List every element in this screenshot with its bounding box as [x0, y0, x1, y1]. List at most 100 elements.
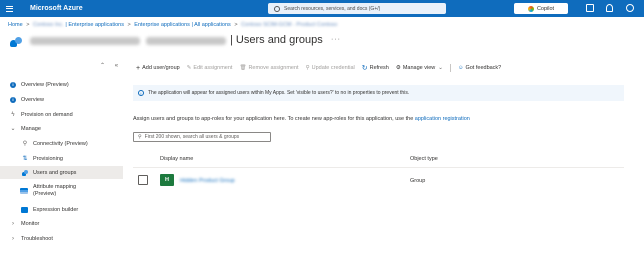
info-icon: i [138, 90, 144, 96]
command-bar: + Add user/group ✎ Edit assignment 🗑 Rem… [136, 63, 508, 73]
add-user-group-button[interactable]: + Add user/group [136, 65, 180, 72]
breadcrumb-separator: > [26, 22, 30, 28]
description: Assign users and groups to app-roles for… [133, 116, 470, 122]
pencil-icon: ✎ [186, 65, 192, 71]
global-search-placeholder: Search resources, services, and docs (G+… [284, 5, 381, 12]
plus-icon: + [136, 64, 141, 72]
sidebar-item-label: Manage [21, 125, 41, 132]
search-users-groups-input[interactable]: ⚲ First 200 shown, search all users & gr… [133, 132, 271, 142]
sync-icon: ⇅ [22, 155, 28, 162]
info-banner-text: The application will appear for assigned… [148, 90, 410, 96]
breadcrumb-tenant[interactable]: Contoso Inc. [33, 22, 64, 28]
info-icon: i [10, 96, 16, 103]
remove-assignment-button[interactable]: 🗑 Remove assignment [239, 65, 298, 71]
sidebar-item-users-and-groups[interactable]: Users and groups [0, 166, 123, 179]
copilot-label: Copilot [536, 5, 555, 12]
sidebar-item-label: Provision on demand [21, 111, 73, 118]
sidebar-item-provisioning[interactable]: ⇅ Provisioning [0, 152, 123, 165]
table-header-divider [133, 167, 624, 168]
settings-icon[interactable] [626, 4, 634, 12]
sidebar-item-attribute-mapping[interactable]: Attribute mapping (Preview) [0, 182, 123, 200]
search-icon: ⚲ [138, 134, 142, 140]
sidebar-group-monitor[interactable]: › Monitor [0, 217, 123, 230]
sidebar-item-label-sub: (Preview) [33, 191, 57, 197]
sidebar-item-label: Connectivity (Preview) [33, 140, 88, 147]
hamburger-menu-icon[interactable] [6, 5, 20, 12]
sidebar-item-label: Overview [21, 96, 44, 103]
feedback-button[interactable]: ☺ Got feedback? [458, 65, 501, 71]
manage-view-button[interactable]: ⚙ Manage view ⌄ [396, 65, 443, 71]
sidebar-item-label: Monitor [21, 220, 40, 227]
chevron-down-icon: ⌄ [438, 65, 443, 71]
cloud-shell-icon[interactable] [586, 4, 594, 12]
sidebar-item-label: Users and groups [33, 169, 77, 176]
search-icon [274, 5, 280, 12]
people-icon [22, 169, 28, 176]
copilot-icon [527, 5, 534, 12]
feedback-icon: ☺ [457, 65, 464, 71]
refresh-button[interactable]: ↻ Refresh [362, 65, 389, 72]
sidebar-item-label: Expression builder [33, 206, 79, 213]
row-display-name[interactable]: Hidden Product Group [180, 178, 235, 184]
row-object-type: Group [410, 178, 426, 184]
redacted-app-name-2 [146, 37, 226, 45]
update-credential-label: Update credential [311, 65, 355, 71]
refresh-label: Refresh [369, 65, 389, 71]
key-icon: ⚲ [305, 65, 310, 71]
breadcrumb-home[interactable]: Home [8, 22, 23, 28]
sidebar-item-label: Attribute mapping [33, 184, 77, 190]
sidebar-item-overview-preview[interactable]: i Overview (Preview) [0, 78, 123, 91]
sidebar-item-label: Troubleshoot [21, 235, 53, 242]
global-search-input[interactable]: Search resources, services, and docs (G+… [268, 3, 446, 14]
refresh-icon: ↻ [361, 64, 368, 72]
sidebar-item-connectivity[interactable]: ⚲ Connectivity (Preview) [0, 137, 123, 150]
sidebar-group-troubleshoot[interactable]: › Troubleshoot [0, 232, 123, 245]
sidebar-item-expression-builder[interactable]: Expression builder [0, 203, 123, 216]
redacted-app-name [30, 37, 140, 45]
chevron-down-icon: ⌄ [10, 126, 16, 132]
trash-icon: 🗑 [239, 65, 247, 71]
sidebar-item-label: Overview (Preview) [21, 81, 69, 88]
brand-label[interactable]: Microsoft Azure [30, 5, 83, 12]
sidebar-expand-icon[interactable]: ⌃ [100, 63, 105, 69]
app-registration-link[interactable]: application registration [415, 116, 470, 122]
breadcrumb-app[interactable]: Contoso SCIM-GCM - Product Contoso [241, 22, 337, 28]
gear-icon: ⚙ [395, 65, 401, 71]
chevron-right-icon: › [12, 235, 14, 242]
column-header-object-type[interactable]: Object type [410, 156, 438, 162]
info-icon: i [10, 81, 16, 88]
mapping-icon [20, 188, 28, 194]
chevron-right-icon: › [12, 220, 14, 227]
add-user-group-label: Add user/group [142, 65, 180, 71]
expression-icon [21, 206, 28, 213]
copilot-button[interactable]: Copilot [514, 3, 568, 14]
sidebar-group-manage[interactable]: ⌄ Manage [0, 122, 123, 135]
top-bar: Microsoft Azure Search resources, servic… [0, 0, 644, 17]
row-checkbox[interactable] [138, 175, 148, 185]
notifications-icon[interactable] [606, 4, 613, 12]
plug-icon: ⚲ [22, 140, 28, 147]
sidebar-collapse-icon[interactable]: « [115, 63, 118, 69]
breadcrumb-enterprise-apps[interactable]: Enterprise applications [68, 22, 124, 28]
wrench-icon: ϟ [11, 111, 15, 118]
sidebar-controls: ⌃ « [100, 62, 118, 69]
edit-assignment-label: Edit assignment [193, 65, 233, 71]
breadcrumb: Home > Contoso Inc. | Enterprise applica… [8, 22, 337, 28]
update-credential-button[interactable]: ⚲ Update credential [306, 65, 355, 71]
column-header-display-name[interactable]: Display name [160, 156, 193, 162]
sidebar-item-provision-on-demand[interactable]: ϟ Provision on demand [0, 108, 123, 121]
edit-assignment-button[interactable]: ✎ Edit assignment [187, 65, 233, 71]
feedback-label: Got feedback? [465, 65, 502, 71]
page-title: | Users and groups [230, 34, 323, 46]
toolbar-divider [449, 64, 451, 72]
more-actions-icon[interactable]: ··· [331, 36, 341, 43]
avatar: H [160, 174, 174, 186]
breadcrumb-separator: > [234, 22, 238, 28]
app-users-icon [10, 37, 22, 47]
sidebar-item-label: Provisioning [33, 155, 63, 162]
remove-assignment-label: Remove assignment [248, 65, 299, 71]
sidebar-item-overview[interactable]: i Overview [0, 93, 123, 106]
info-banner: i The application will appear for assign… [133, 85, 624, 101]
search-users-groups-placeholder: First 200 shown, search all users & grou… [144, 134, 240, 140]
breadcrumb-all-apps[interactable]: Enterprise applications | All applicatio… [134, 22, 231, 28]
